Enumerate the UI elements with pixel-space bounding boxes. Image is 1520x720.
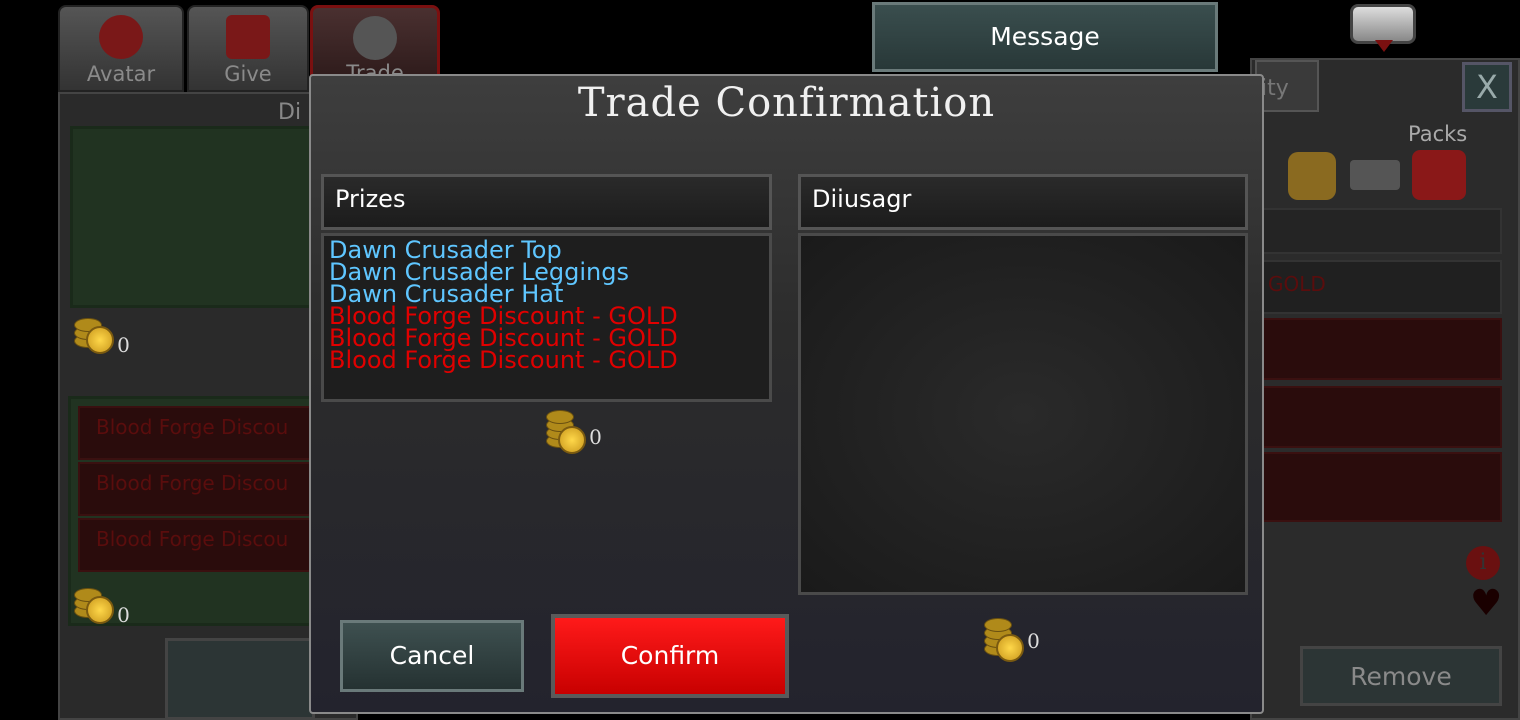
prizes-header: Prizes bbox=[321, 174, 772, 230]
prizes-coin-amount: 0 bbox=[544, 406, 602, 454]
left-bottom-button[interactable] bbox=[165, 638, 315, 720]
dialog-title: Trade Confirmation bbox=[577, 80, 996, 126]
confirm-button[interactable]: Confirm bbox=[551, 614, 789, 698]
scales-icon bbox=[353, 16, 397, 60]
coins-icon bbox=[982, 614, 1024, 662]
left-coin-top: 0 bbox=[72, 310, 130, 357]
avatar-icon bbox=[99, 15, 143, 59]
remove-button[interactable]: Remove bbox=[1300, 646, 1502, 706]
anvil-icon[interactable] bbox=[1350, 160, 1400, 190]
left-row[interactable]: Blood Forge Discou bbox=[78, 406, 318, 460]
chat-icon[interactable] bbox=[1350, 4, 1416, 44]
right-row[interactable] bbox=[1262, 318, 1502, 380]
coins-icon bbox=[72, 580, 114, 624]
tab-avatar[interactable]: Avatar bbox=[58, 5, 184, 92]
partner-header: Diiusagr bbox=[798, 174, 1248, 230]
gift-icon bbox=[226, 15, 270, 59]
pack-icon[interactable] bbox=[1412, 150, 1466, 200]
message-button[interactable]: Message bbox=[872, 2, 1218, 72]
left-panel-title-fragment: Di bbox=[278, 100, 302, 125]
right-row[interactable] bbox=[1262, 386, 1502, 448]
right-row[interactable]: GOLD bbox=[1262, 260, 1502, 314]
left-row[interactable]: Blood Forge Discou bbox=[78, 518, 318, 572]
left-coin-bottom: 0 bbox=[72, 580, 130, 627]
close-button[interactable]: X bbox=[1462, 62, 1512, 112]
tab-give[interactable]: Give bbox=[187, 5, 309, 92]
coins-icon bbox=[544, 406, 586, 454]
left-row[interactable]: Blood Forge Discou bbox=[78, 462, 318, 516]
partner-coin-amount: 0 bbox=[982, 614, 1040, 662]
packs-label: Packs bbox=[1408, 122, 1468, 146]
left-items-box bbox=[70, 126, 320, 308]
heart-icon[interactable]: ♥ bbox=[1470, 586, 1514, 622]
right-search-field[interactable] bbox=[1262, 208, 1502, 254]
coins-icon bbox=[72, 310, 114, 354]
cancel-button[interactable]: Cancel bbox=[340, 620, 524, 692]
info-icon[interactable]: i bbox=[1466, 546, 1500, 580]
prizes-item-list: Dawn Crusader Top Dawn Crusader Leggings… bbox=[321, 233, 772, 402]
partner-item-list bbox=[798, 233, 1248, 595]
list-item: Blood Forge Discount - GOLD bbox=[329, 346, 678, 374]
gem-icon[interactable] bbox=[1288, 152, 1336, 200]
right-tab-fragment[interactable]: ity bbox=[1255, 60, 1319, 112]
chat-pointer-icon bbox=[1375, 40, 1393, 52]
right-row[interactable] bbox=[1262, 452, 1502, 522]
